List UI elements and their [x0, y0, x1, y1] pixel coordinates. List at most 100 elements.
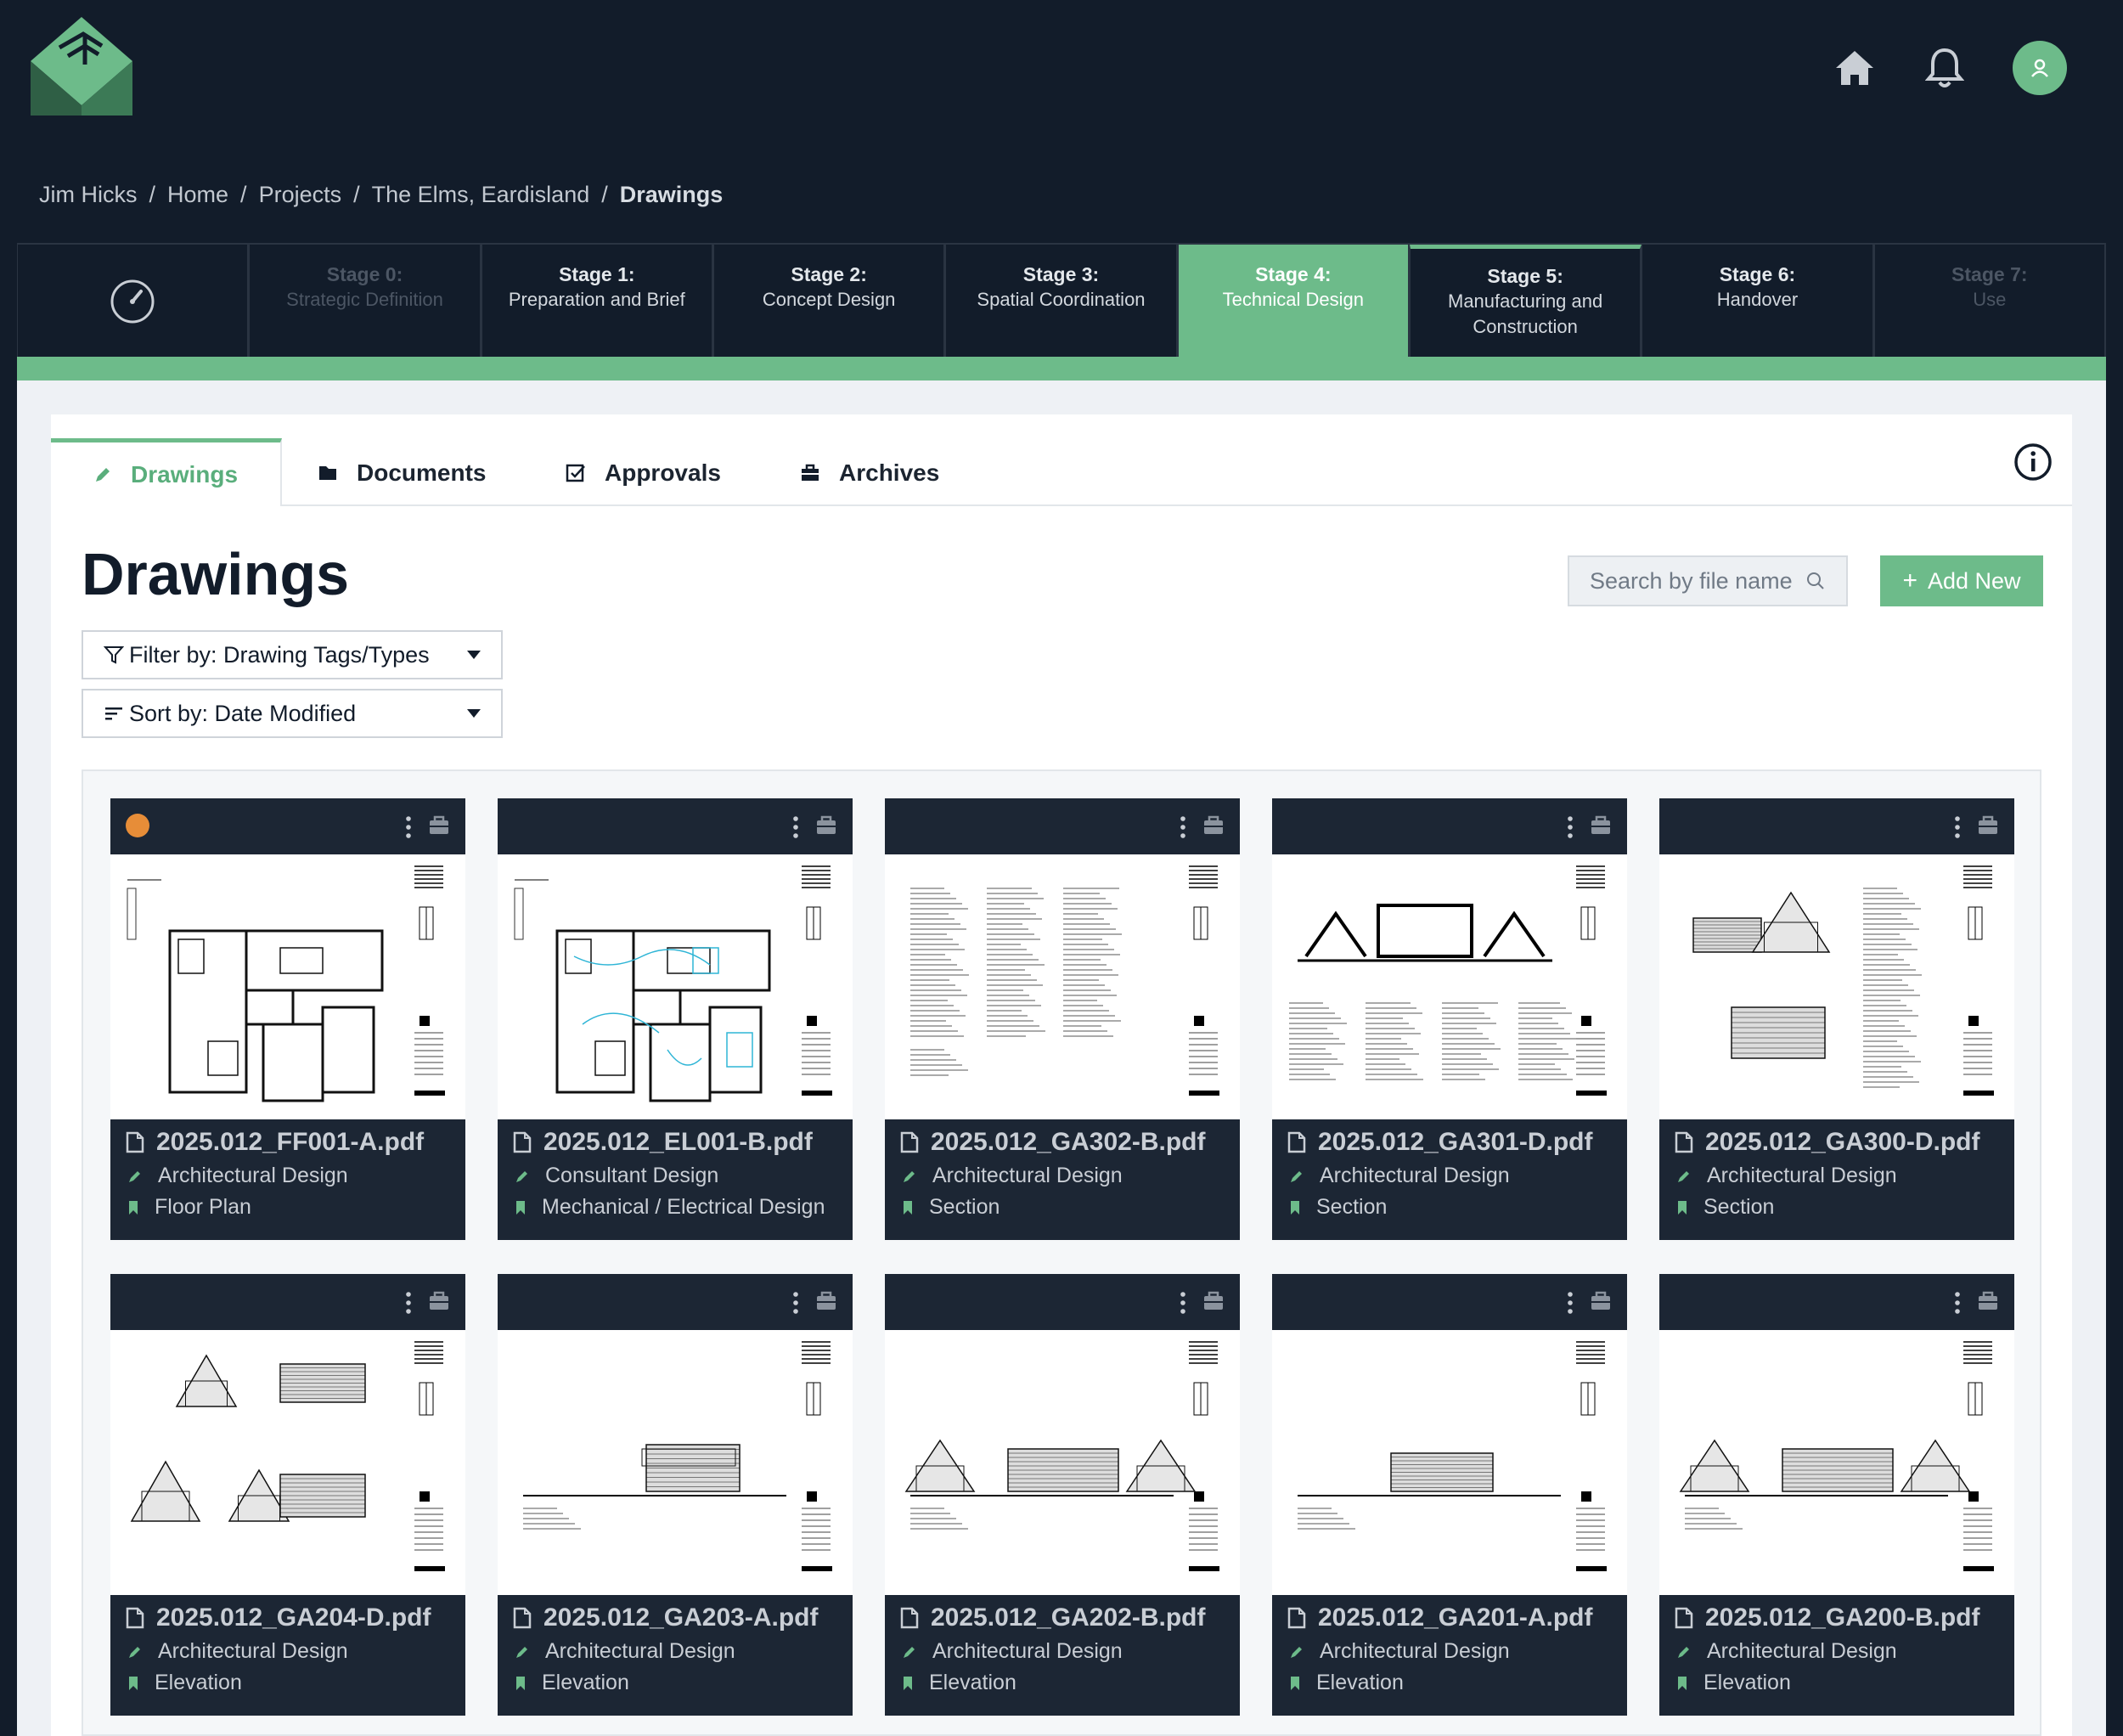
archive-icon[interactable]: [1202, 815, 1225, 836]
tab-archives[interactable]: Archives: [800, 440, 939, 506]
drawing-thumbnail[interactable]: [110, 1330, 465, 1595]
drawing-card[interactable]: 2025.012_GA302-B.pdf Architectural Design…: [885, 798, 1240, 1240]
kebab-menu-icon[interactable]: [1179, 815, 1187, 839]
drawing-filename-row[interactable]: 2025.012_GA200-B.pdf: [1675, 1604, 1999, 1632]
kebab-menu-icon[interactable]: [791, 815, 800, 839]
archive-icon[interactable]: [1202, 1291, 1225, 1311]
stage-2[interactable]: Stage 2: Concept Design: [712, 245, 946, 358]
user-avatar[interactable]: [2013, 41, 2067, 95]
type-tag: Elevation: [900, 1671, 1225, 1695]
breadcrumb-projects[interactable]: Projects: [259, 182, 342, 208]
drawing-card[interactable]: 2025.012_GA204-D.pdf Architectural Design…: [110, 1274, 465, 1716]
stage-3[interactable]: Stage 3: Spatial Coordination: [945, 245, 1178, 358]
breadcrumb-user[interactable]: Jim Hicks: [39, 182, 138, 208]
drawing-filename-row[interactable]: 2025.012_GA204-D.pdf: [126, 1604, 450, 1632]
drawing-card[interactable]: 2025.012_GA300-D.pdf Architectural Design…: [1659, 798, 2014, 1240]
search-input[interactable]: Search by file name: [1568, 555, 1848, 606]
drawing-thumbnail[interactable]: [498, 854, 853, 1119]
type-label: Mechanical / Electrical Design: [542, 1195, 825, 1219]
kebab-menu-icon[interactable]: [404, 815, 413, 839]
stage-name: Spatial Coordination: [977, 289, 1146, 310]
drawing-card[interactable]: 2025.012_FF001-A.pdf Architectural Design…: [110, 798, 465, 1240]
archive-icon[interactable]: [815, 1291, 837, 1311]
stage-number: Stage 7:: [1951, 263, 2028, 285]
info-icon[interactable]: [2013, 442, 2053, 482]
folder-icon: [319, 466, 336, 480]
drawing-card[interactable]: 2025.012_GA200-B.pdf Architectural Design…: [1659, 1274, 2014, 1716]
archive-icon[interactable]: [1977, 1291, 1999, 1311]
stage-5[interactable]: Stage 5: Manufacturing and Construction: [1409, 245, 1642, 358]
drawing-thumbnail[interactable]: [885, 854, 1240, 1119]
tab-documents[interactable]: Documents: [318, 440, 486, 506]
drawing-filename-row[interactable]: 2025.012_GA302-B.pdf: [900, 1128, 1225, 1157]
stage-1[interactable]: Stage 1: Preparation and Brief: [481, 245, 713, 358]
drawing-card-header: [498, 1274, 853, 1330]
type-label: Section: [929, 1195, 1000, 1219]
drawing-filename-row[interactable]: 2025.012_EL001-B.pdf: [513, 1128, 837, 1157]
kebab-menu-icon[interactable]: [791, 1291, 800, 1315]
breadcrumb-home[interactable]: Home: [167, 182, 228, 208]
filter-dropdown[interactable]: Filter by: Drawing Tags/Types: [82, 630, 503, 679]
stage-0[interactable]: Stage 0: Strategic Definition: [249, 245, 481, 358]
drawing-filename-row[interactable]: 2025.012_GA203-A.pdf: [513, 1604, 837, 1632]
drawing-thumbnail[interactable]: [498, 1330, 853, 1595]
tab-drawings[interactable]: Drawings: [51, 438, 283, 506]
stage-4[interactable]: Stage 4: Technical Design: [1177, 245, 1410, 358]
drawing-filename-row[interactable]: 2025.012_FF001-A.pdf: [126, 1128, 450, 1157]
drawing-filename-row[interactable]: 2025.012_GA201-A.pdf: [1287, 1604, 1612, 1632]
drawing-card[interactable]: 2025.012_EL001-B.pdf Consultant Design Mec…: [498, 798, 853, 1240]
discipline-label: Architectural Design: [1320, 1639, 1510, 1663]
kebab-menu-icon[interactable]: [1566, 815, 1574, 839]
breadcrumb: Jim Hicks / Home / Projects / The Elms, Ear…: [39, 182, 724, 208]
kebab-menu-icon[interactable]: [1566, 1291, 1574, 1315]
archive-icon[interactable]: [428, 815, 450, 836]
type-label: Elevation: [1316, 1671, 1404, 1694]
file-icon: [1287, 1607, 1306, 1629]
drawing-filename-row[interactable]: 2025.012_GA202-B.pdf: [900, 1604, 1225, 1632]
drawing-card[interactable]: 2025.012_GA301-D.pdf Architectural Design…: [1272, 798, 1627, 1240]
stage-7[interactable]: Stage 7: Use: [1873, 245, 2106, 358]
add-new-label: Add New: [1927, 567, 2021, 594]
notification-bell-icon[interactable]: [1923, 46, 1967, 90]
drawing-thumbnail[interactable]: [1659, 854, 2014, 1119]
drawing-thumbnail[interactable]: [885, 1330, 1240, 1595]
breadcrumb-project[interactable]: The Elms, Eardisland: [372, 182, 590, 208]
drawing-card[interactable]: 2025.012_GA203-A.pdf Architectural Design…: [498, 1274, 853, 1716]
kebab-menu-icon[interactable]: [404, 1291, 413, 1315]
file-icon: [900, 1607, 919, 1629]
drawing-preview-image: [904, 1341, 1219, 1571]
stage-name: Use: [1973, 289, 2007, 310]
drawing-filename-row[interactable]: 2025.012_GA301-D.pdf: [1287, 1128, 1612, 1157]
dashboard-stage-button[interactable]: [17, 245, 250, 358]
archive-icon[interactable]: [1590, 815, 1612, 836]
drawing-thumbnail[interactable]: [1272, 854, 1627, 1119]
drawing-filename-row[interactable]: 2025.012_GA300-D.pdf: [1675, 1128, 1999, 1157]
kebab-menu-icon[interactable]: [1953, 1291, 1962, 1315]
type-tag: Section: [1675, 1195, 1999, 1220]
drawing-thumbnail[interactable]: [110, 854, 465, 1119]
stage-6[interactable]: Stage 6: Handover: [1642, 245, 1874, 358]
bookmark-icon: [129, 1676, 138, 1690]
tab-label: Approvals: [605, 459, 721, 486]
archive-icon[interactable]: [1977, 815, 1999, 836]
drawing-preview-image: [1289, 865, 1607, 1096]
kebab-menu-icon[interactable]: [1179, 1291, 1187, 1315]
bookmark-icon: [1291, 1676, 1299, 1690]
kebab-menu-icon[interactable]: [1953, 815, 1962, 839]
drawing-card[interactable]: 2025.012_GA202-B.pdf Architectural Design…: [885, 1274, 1240, 1716]
archive-icon[interactable]: [1590, 1291, 1612, 1311]
drawing-thumbnail[interactable]: [1659, 1330, 2014, 1595]
archive-icon[interactable]: [428, 1291, 450, 1311]
pencil-icon: [96, 467, 110, 482]
file-icon: [1675, 1607, 1693, 1629]
sort-dropdown[interactable]: Sort by: Date Modified: [82, 689, 503, 738]
tab-label: Drawings: [131, 460, 239, 488]
home-icon[interactable]: [1833, 46, 1877, 90]
archive-icon[interactable]: [815, 815, 837, 836]
add-new-button[interactable]: + Add New: [1880, 555, 2043, 606]
drawing-meta: 2025.012_GA202-B.pdf Architectural Design…: [885, 1595, 1240, 1716]
drawing-card[interactable]: 2025.012_GA201-A.pdf Architectural Design…: [1272, 1274, 1627, 1716]
tab-approvals[interactable]: Approvals: [566, 440, 721, 506]
drawing-thumbnail[interactable]: [1272, 1330, 1627, 1595]
company-logo[interactable]: [31, 17, 132, 116]
